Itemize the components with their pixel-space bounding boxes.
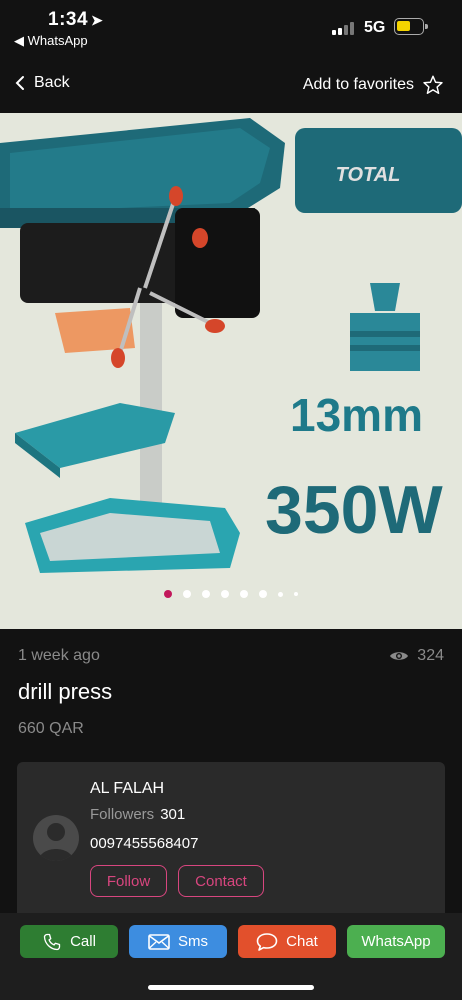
followers-count: 301	[160, 806, 186, 823]
views-count-label: 324	[417, 647, 444, 664]
chat-button-label: Chat	[286, 933, 318, 950]
network-type: 5G	[364, 19, 386, 36]
call-button-label: Call	[70, 933, 96, 950]
action-bar: Call Sms Chat WhatsApp	[0, 913, 462, 1000]
phone-icon	[43, 933, 61, 950]
seller-phone[interactable]: 0097455568407	[90, 835, 198, 852]
status-time: 1:34 ➤	[48, 9, 103, 31]
back-to-app-label: WhatsApp	[27, 33, 88, 48]
carousel-dot[interactable]	[221, 590, 229, 598]
whatsapp-button-label: WhatsApp	[361, 933, 431, 950]
carousel-dot-active[interactable]	[164, 590, 172, 598]
envelope-icon	[148, 933, 170, 950]
back-to-app-link[interactable]: ◀ WhatsApp	[14, 33, 88, 49]
brand-logo: TOTAL	[336, 164, 401, 186]
carousel-dot[interactable]	[294, 592, 298, 596]
followers-info: Followers 301	[90, 806, 185, 823]
sms-button[interactable]: Sms	[129, 925, 227, 958]
seller-card: AL FALAH Followers 301 0097455568407 Foll…	[17, 762, 445, 922]
status-bar: 1:34 ➤ ◀ WhatsApp 5G	[0, 0, 462, 58]
chevron-left-icon	[15, 76, 24, 90]
contact-button[interactable]: Contact	[178, 865, 264, 897]
battery-icon	[394, 18, 428, 35]
back-button[interactable]: Back	[14, 74, 70, 92]
favorites-label: Add to favorites	[302, 76, 414, 93]
sms-button-label: Sms	[178, 933, 208, 950]
follow-button[interactable]: Follow	[90, 865, 167, 897]
spec-power-text: 350W	[265, 472, 443, 548]
chat-button[interactable]: Chat	[238, 925, 336, 958]
eye-icon	[390, 652, 409, 660]
avatar[interactable]	[33, 815, 79, 861]
posted-time: 1 week ago	[18, 647, 100, 664]
views-count: 324	[389, 647, 444, 665]
followers-label: Followers	[90, 806, 155, 823]
add-to-favorites-button[interactable]: Add to favorites	[303, 74, 444, 96]
user-silhouette-icon	[38, 823, 74, 861]
carousel-dot[interactable]	[240, 590, 248, 598]
carousel-indicator[interactable]	[0, 586, 462, 602]
chat-bubble-icon	[256, 932, 278, 951]
listing-title: drill press	[18, 679, 113, 704]
carousel-dot[interactable]	[183, 590, 191, 598]
location-arrow-icon: ➤	[91, 12, 104, 28]
status-time-label: 1:34	[48, 9, 89, 30]
back-button-label: Back	[34, 74, 70, 91]
call-button[interactable]: Call	[20, 925, 118, 958]
listing-meta: 1 week ago 324	[18, 647, 444, 665]
star-icon	[423, 75, 443, 94]
signal-icon	[332, 22, 356, 35]
listing-price: 660 QAR	[18, 720, 84, 737]
seller-name[interactable]: AL FALAH	[90, 780, 164, 798]
spec-size-text: 13mm	[290, 389, 423, 441]
product-image-carousel[interactable]: TOTAL 13mm 350W	[0, 113, 462, 629]
nav-bar: Back Add to favorites	[0, 62, 462, 108]
drill-press-image: TOTAL 13mm 350W	[0, 113, 462, 629]
carousel-dot[interactable]	[259, 590, 267, 598]
carousel-dot[interactable]	[202, 590, 210, 598]
carousel-dot[interactable]	[278, 591, 283, 597]
home-indicator[interactable]	[148, 985, 314, 990]
back-triangle-icon: ◀	[14, 33, 24, 48]
whatsapp-button[interactable]: WhatsApp	[347, 925, 445, 958]
